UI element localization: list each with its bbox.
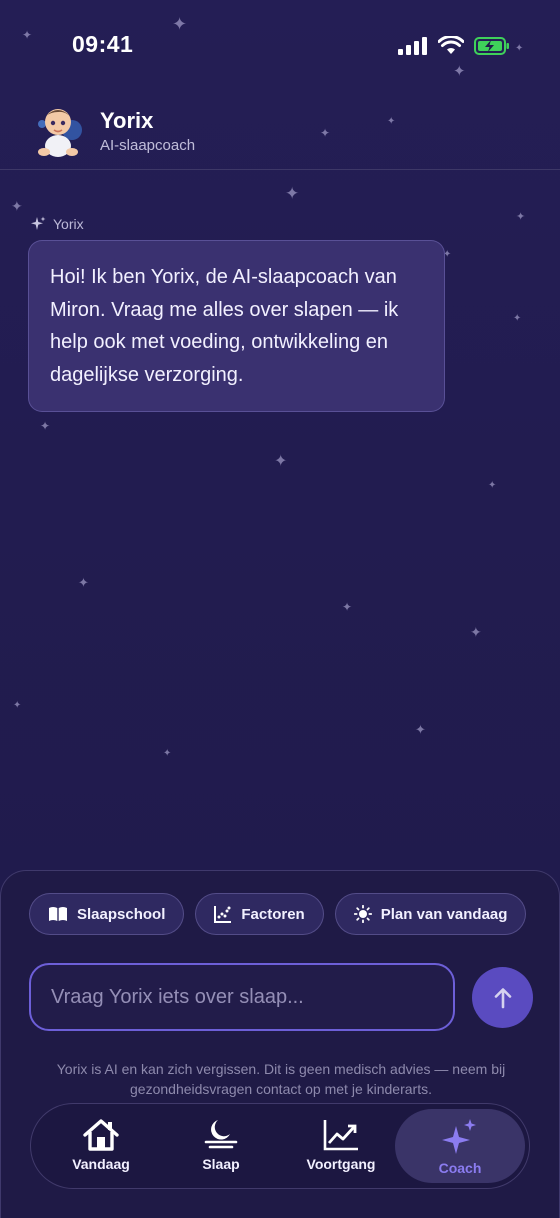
chip-factoren[interactable]: Factoren — [195, 893, 324, 935]
chip-label: Slaapschool — [77, 905, 166, 923]
tab-coach[interactable]: Coach — [395, 1109, 525, 1183]
assistant-message-bubble: Hoi! Ik ben Yorix, de AI-slaapcoach van … — [28, 240, 445, 412]
tab-label: Slaap — [202, 1156, 240, 1172]
quick-action-chips: Slaapschool Factoren Plan van vandaag — [29, 893, 527, 935]
chip-plan-van-vandaag[interactable]: Plan van vandaag — [334, 893, 527, 935]
ai-disclaimer: Yorix is AI en kan zich vergissen. Dit i… — [56, 1061, 506, 1097]
coach-avatar — [38, 109, 82, 157]
battery-charging-icon — [474, 36, 509, 55]
chat-header: Yorix AI-slaapcoach — [0, 98, 560, 170]
chip-label: Plan van vandaag — [380, 905, 508, 923]
tab-voortgang[interactable]: Voortgang — [281, 1104, 401, 1188]
book-icon — [49, 907, 67, 921]
send-button[interactable] — [472, 967, 533, 1028]
wifi-icon — [438, 36, 464, 54]
tab-label: Coach — [438, 1160, 482, 1176]
arrow-up-icon — [494, 987, 511, 1008]
sparkle-icon — [31, 216, 46, 230]
status-bar: 09:41 — [0, 0, 560, 90]
chip-slaapschool[interactable]: Slaapschool — [29, 893, 185, 935]
status-time: 09:41 — [72, 31, 134, 57]
tab-label: Voortgang — [306, 1156, 376, 1172]
status-icons — [398, 36, 510, 55]
sparkles-icon — [442, 1119, 476, 1154]
trend-chart-icon — [323, 1120, 358, 1151]
message-author-name: Yorix — [53, 216, 84, 232]
tab-label: Vandaag — [72, 1156, 130, 1172]
tab-vandaag[interactable]: Vandaag — [41, 1104, 161, 1188]
message-input[interactable]: Vraag Yorix iets over slaap... — [29, 963, 455, 1031]
coach-name: Yorix — [100, 108, 154, 133]
message-author: Yorix — [30, 216, 84, 232]
home-icon — [83, 1119, 119, 1151]
sun-icon — [353, 905, 372, 923]
cellular-signal-icon — [398, 36, 427, 55]
moon-icon — [204, 1120, 238, 1149]
chip-label: Factoren — [241, 905, 305, 923]
scatter-chart-icon — [214, 906, 232, 923]
tab-slaap[interactable]: Slaap — [161, 1104, 281, 1188]
tab-bar: Vandaag Slaap Voortgang Coach — [30, 1103, 530, 1189]
coach-subtitle: AI-slaapcoach — [100, 137, 196, 154]
